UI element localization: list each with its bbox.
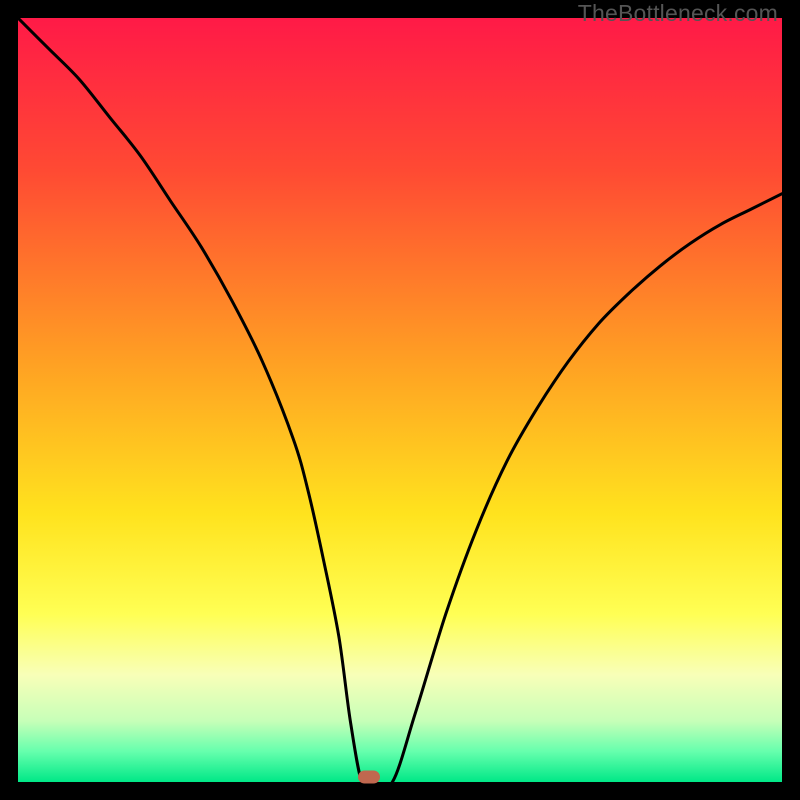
minimum-marker	[358, 771, 380, 784]
chart-frame	[18, 18, 782, 782]
bottleneck-curve	[18, 18, 782, 782]
watermark-text: TheBottleneck.com	[578, 0, 778, 27]
